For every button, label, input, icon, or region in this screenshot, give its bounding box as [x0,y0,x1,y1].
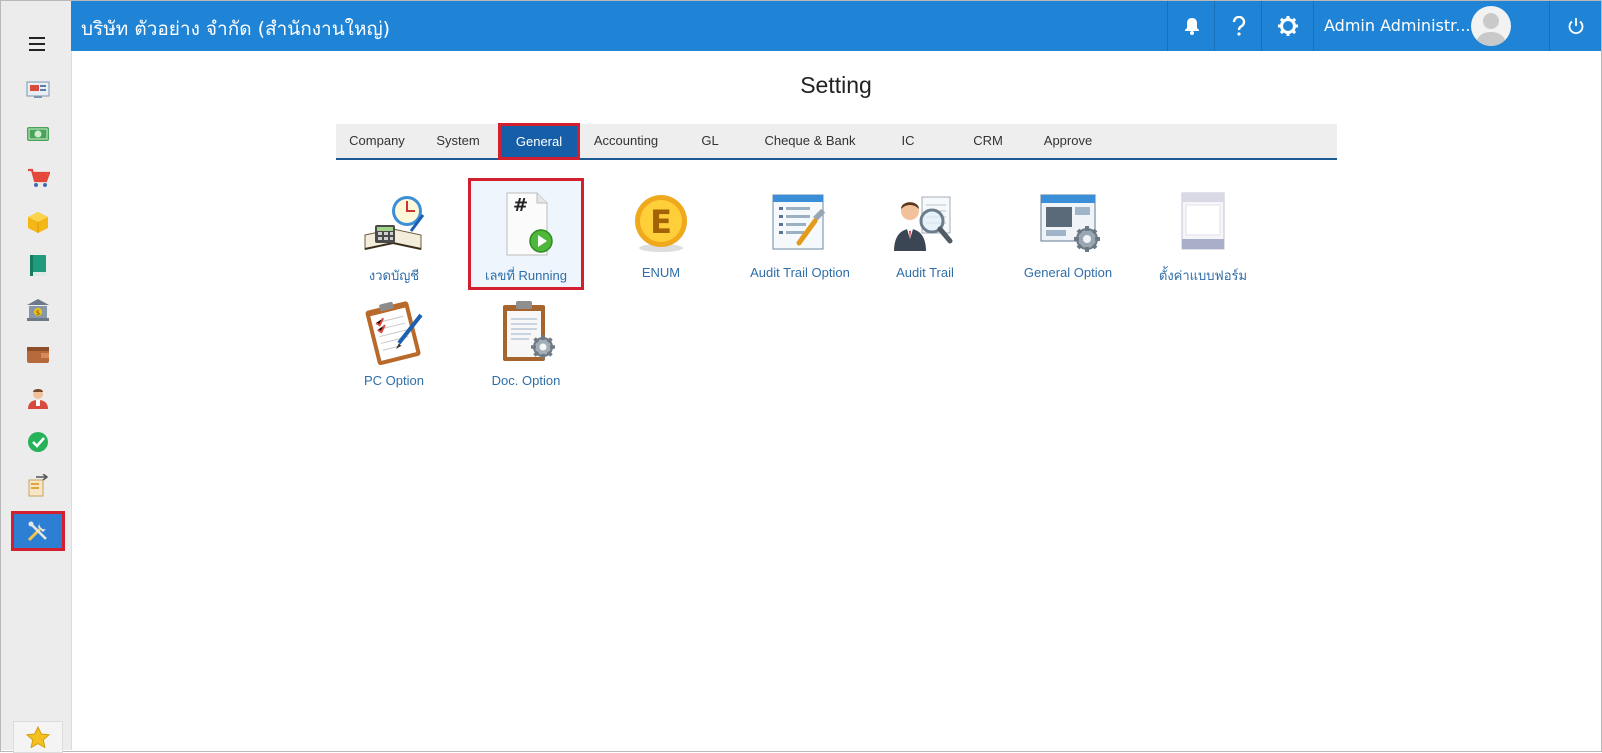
star-icon [26,726,50,748]
sidebar-item-inventory[interactable] [13,202,63,242]
audit-trail-option-icon [767,191,833,257]
user-name[interactable]: Admin Administr... [1324,16,1471,35]
item-label: Audit Trail [896,265,954,280]
accounting-period-icon [361,191,427,257]
svg-text:$: $ [36,309,40,317]
tab-ic[interactable]: IC [872,124,944,158]
help-icon [1232,16,1245,36]
money-icon [27,127,49,141]
page-title: Setting [800,72,872,98]
person-icon [28,389,48,409]
logout-button[interactable] [1549,1,1601,51]
company-name[interactable]: บริษัท ตัวอย่าง จำกัด (สำนักงานใหญ่) [81,14,390,44]
sidebar-item-setting[interactable] [11,511,65,551]
setting-item-audit-trail-option[interactable]: Audit Trail Option [740,191,860,280]
avatar[interactable] [1471,6,1511,46]
setting-item-doc-option[interactable]: Doc. Option [471,299,581,388]
user-avatar-icon [1476,13,1506,46]
tab-approve[interactable]: Approve [1032,124,1104,158]
gear-icon [1277,16,1298,36]
sidebar-item-bank[interactable]: $ [13,290,63,330]
setting-item-accounting-period[interactable]: งวดบัญชี [339,191,449,286]
menu-toggle-icon[interactable] [29,37,45,51]
item-label: PC Option [364,373,424,388]
enum-icon: E [628,191,694,257]
settings-tab-bar: Company System General Accounting GL Che… [336,123,1337,160]
setting-item-general-option[interactable]: General Option [1003,191,1133,280]
setting-item-form-setting[interactable]: ตั้งค่าแบบฟอร์ม [1148,191,1258,286]
item-label: งวดบัญชี [368,268,420,283]
item-label: ตั้งค่าแบบฟอร์ม [1158,268,1248,283]
sidebar-item-ledger[interactable] [13,246,63,286]
svg-text:#: # [513,195,528,216]
tab-general[interactable]: General [498,123,580,160]
sidebar-item-approve[interactable] [13,422,63,462]
tab-company[interactable]: Company [336,124,418,158]
check-icon [28,432,48,452]
sidebar: $ [1,1,72,753]
top-header: บริษัท ตัวอย่าง จำกัด (สำนักงานใหญ่) Adm… [71,1,1601,51]
item-label: General Option [1023,265,1113,280]
sidebar-item-sales[interactable] [13,158,63,198]
svg-text:E: E [650,203,672,241]
tab-cheque-bank[interactable]: Cheque & Bank [748,124,872,158]
setting-item-pc-option[interactable]: PC Option [339,299,449,388]
setting-item-audit-trail[interactable]: Audit Trail [870,191,980,280]
setting-item-enum[interactable]: E ENUM [606,191,716,280]
running-number-icon: # [493,191,559,257]
wallet-icon [27,347,49,363]
user-menu[interactable]: Admin Administr... [1313,1,1574,51]
settings-button[interactable] [1261,1,1313,51]
sidebar-item-transfer[interactable] [13,466,63,506]
sidebar-item-wallet[interactable] [13,334,63,374]
item-label: เลขที่ Running [485,268,567,283]
doc-option-icon [493,299,559,365]
sidebar-item-finance[interactable] [13,114,63,154]
item-label: Audit Trail Option [750,265,850,280]
audit-trail-icon [892,191,958,257]
setting-item-running-number[interactable]: # เลขที่ Running [468,178,584,290]
cart-icon [28,168,50,187]
item-label: Doc. Option [491,373,561,388]
tab-crm[interactable]: CRM [944,124,1032,158]
form-setting-icon [1170,191,1236,257]
bell-icon [1184,18,1199,35]
general-option-icon [1035,191,1101,257]
pc-option-icon [361,299,427,366]
notification-button[interactable] [1167,1,1215,51]
power-icon [1568,18,1583,35]
tools-icon [27,521,47,542]
tab-accounting[interactable]: Accounting [580,124,672,158]
book-icon [30,255,46,276]
transfer-icon [28,474,49,497]
favorite-button[interactable] [13,721,63,753]
box-icon [28,212,48,233]
help-button[interactable] [1214,1,1262,51]
tab-gl[interactable]: GL [672,124,748,158]
tab-system[interactable]: System [418,124,498,158]
sidebar-item-hr[interactable] [13,378,63,418]
item-label: ENUM [641,265,681,280]
app-frame [0,0,1602,752]
bank-icon: $ [27,299,49,321]
